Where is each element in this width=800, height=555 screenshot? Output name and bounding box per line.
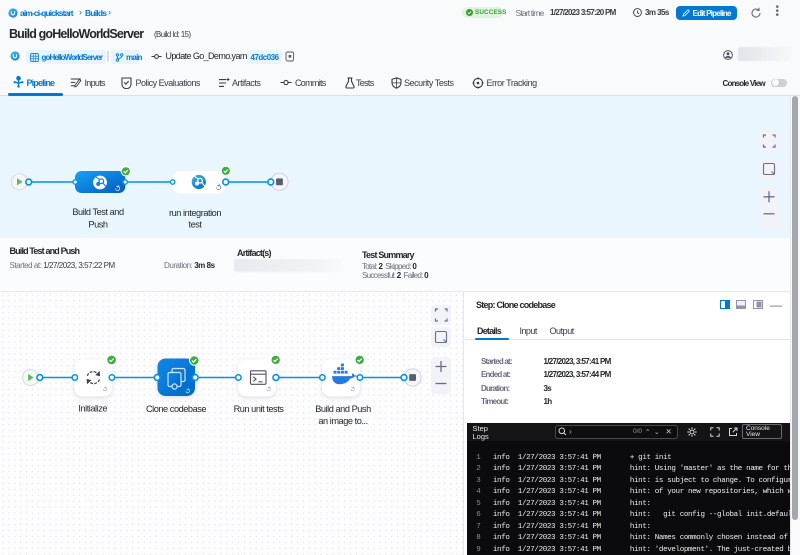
svg-text:an image to...: an image to... [318, 416, 367, 426]
svg-text:Initialize: Initialize [78, 404, 107, 414]
svg-text:test: test [188, 220, 202, 230]
svg-text:run integration: run integration [169, 208, 221, 218]
svg-text:Clone codebase: Clone codebase [146, 404, 206, 414]
svg-text:Build and Push: Build and Push [315, 404, 371, 414]
svg-text:Push: Push [88, 220, 107, 230]
svg-text:Run unit tests: Run unit tests [234, 404, 285, 414]
svg-text:Build Test and: Build Test and [72, 207, 124, 217]
